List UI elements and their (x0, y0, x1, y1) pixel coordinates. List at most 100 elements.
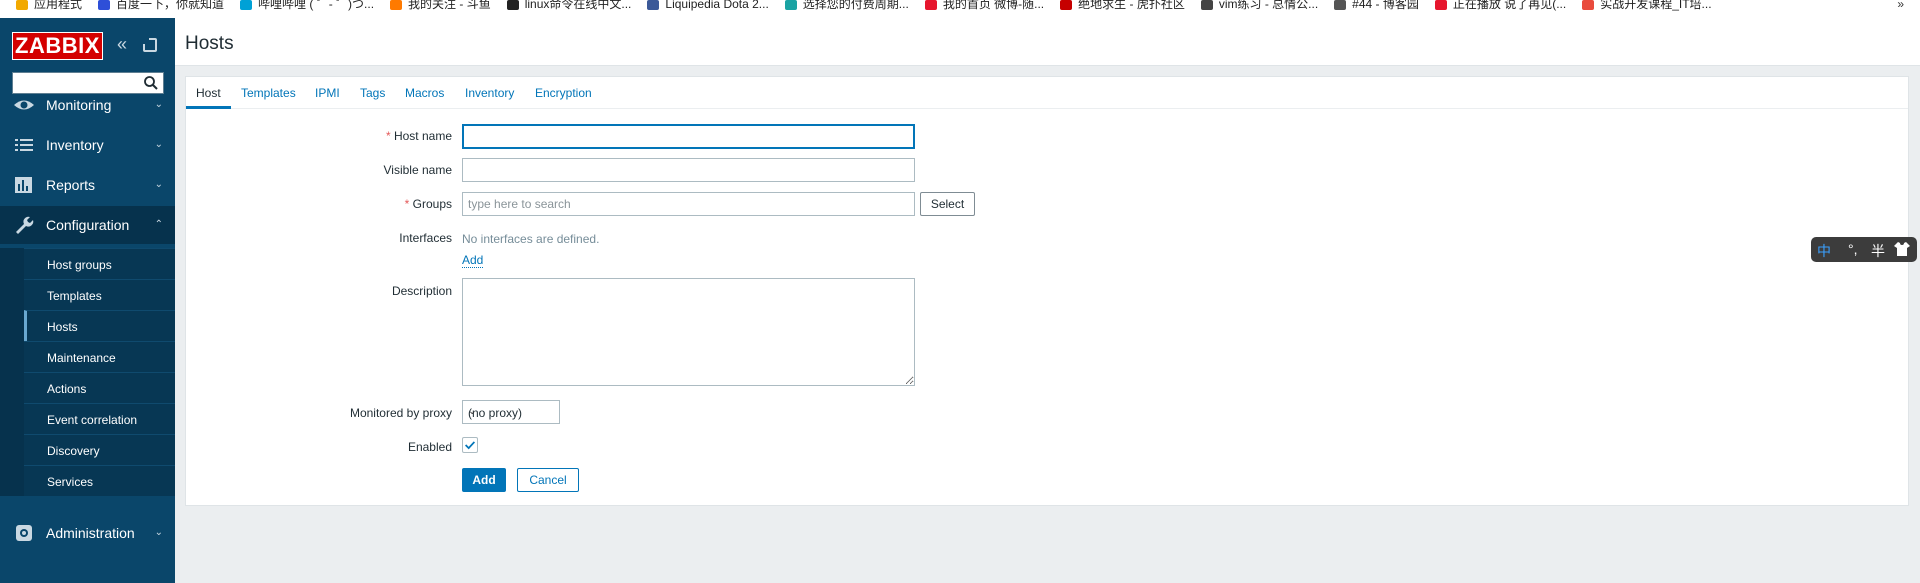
submenu-event-correlation[interactable]: Event correlation (24, 403, 175, 434)
description-textarea[interactable] (462, 278, 915, 386)
bookmark-item[interactable]: 哔哩哔哩 ( ゜- ゜)つ... (240, 0, 374, 10)
bookmark-favicon-icon (16, 0, 28, 10)
bookmark-item[interactable]: 我的首页 微博-随... (924, 0, 1045, 11)
bookmark-label: vim练习 - 总情公... (1218, 0, 1319, 11)
submenu-label: Actions (47, 382, 87, 396)
active-tab-indicator (186, 106, 231, 109)
bookmark-label: 百度一下，你就知道 (116, 0, 225, 11)
ime-skin-icon[interactable] (1893, 241, 1911, 257)
bookmark-favicon-icon (924, 0, 937, 10)
description-label: Description (391, 284, 452, 298)
chevron-down-icon: ⌄ (154, 527, 163, 538)
submenu-label: Event correlation (47, 413, 138, 427)
submenu-maintenance[interactable]: Maintenance (24, 341, 175, 372)
ime-language-toggle[interactable]: 中 (1817, 241, 1831, 261)
bookmark-label: 应用程式 (34, 0, 83, 11)
list-icon (15, 139, 33, 151)
submenu-label: Hosts (47, 320, 78, 334)
submenu-host-groups[interactable]: Host groups (24, 248, 175, 279)
add-button[interactable]: Add (462, 468, 506, 492)
menu-monitoring[interactable]: Monitoring ⌄ (0, 86, 175, 124)
visible-name-input[interactable] (462, 158, 915, 182)
submenu-label: Host groups (47, 258, 112, 272)
tab-macros[interactable]: Macros (405, 86, 444, 100)
page-header: Hosts (175, 18, 1920, 66)
submenu-actions[interactable]: Actions (24, 372, 175, 403)
chevron-down-icon: ⌄ (468, 406, 477, 417)
bookmarks-bar: 应用程式 百度一下，你就知道 哔哩哔哩 ( ゜- ゜)つ... 我的关注 - 斗鱼 li… (0, 0, 1920, 18)
ime-punctuation-toggle[interactable]: °, (1848, 241, 1858, 257)
bookmark-item[interactable]: 我的关注 - 斗鱼 (390, 0, 491, 10)
tab-host[interactable]: Host (196, 86, 221, 100)
chevron-down-icon: ⌄ (154, 179, 163, 190)
menu-label: Monitoring (46, 97, 112, 113)
chevron-up-icon: ⌃ (154, 219, 163, 230)
bookmark-item[interactable]: 实战开发课程_IT培... (1582, 0, 1712, 11)
submenu-indent (0, 248, 24, 496)
bookmark-favicon-icon (1434, 0, 1447, 10)
menu-administration[interactable]: Administration ⌄ (0, 514, 175, 552)
bookmark-favicon-icon (784, 0, 797, 10)
bar-chart-icon (15, 177, 32, 193)
bookmark-favicon-icon (98, 0, 111, 10)
menu-reports[interactable]: Reports ⌄ (0, 166, 175, 204)
kiosk-mode-icon[interactable] (143, 38, 157, 52)
zabbix-logo[interactable]: ZABBIX (12, 32, 103, 60)
menu-inventory[interactable]: Inventory ⌄ (0, 126, 175, 164)
bookmark-favicon-icon (390, 0, 403, 10)
ime-toolbar: 中 °, 半 (1811, 237, 1917, 262)
add-interface-link[interactable]: Add (462, 253, 484, 268)
menu-configuration[interactable]: Configuration ⌃ (0, 206, 175, 244)
submenu-hosts[interactable]: Hosts (24, 310, 175, 341)
bookmark-item[interactable]: linux命令在线中文... (506, 0, 631, 10)
bookmarks-more-button[interactable]: » (1897, 0, 1904, 11)
eye-icon (14, 100, 34, 110)
bookmark-label: 选择您的付费周期... (802, 0, 909, 11)
bookmark-label: #44 - 博客园 (1352, 0, 1419, 11)
bookmark-label: 正在播放 说了再见(... (1452, 0, 1567, 11)
interfaces-label: Interfaces (399, 231, 452, 245)
submenu-discovery[interactable]: Discovery (24, 434, 175, 465)
submenu-label: Maintenance (47, 351, 116, 365)
groups-search-input[interactable] (462, 192, 915, 216)
tab-ipmi[interactable]: IPMI (315, 86, 340, 100)
tab-encryption[interactable]: Encryption (535, 86, 592, 100)
bookmark-item[interactable]: 应用程式 (16, 0, 82, 10)
bookmark-favicon-icon (1334, 0, 1347, 10)
no-interfaces-text: No interfaces are defined. (462, 232, 600, 246)
collapse-sidebar-icon[interactable]: « (117, 34, 127, 55)
enabled-checkbox[interactable] (462, 437, 478, 453)
bookmark-item[interactable]: 正在播放 说了再见(... (1434, 0, 1567, 11)
bookmark-favicon-icon (1200, 0, 1213, 10)
bookmark-label: 实战开发课程_IT培... (1600, 0, 1712, 11)
submenu-label: Services (47, 475, 94, 489)
submenu-services[interactable]: Services (24, 465, 175, 496)
bookmark-item[interactable]: #44 - 博客园 (1334, 0, 1419, 10)
proxy-label: Monitored by proxy (349, 406, 452, 420)
host-name-input[interactable] (462, 124, 915, 149)
bookmark-label: 哔哩哔哩 ( ゜- ゜)つ... (258, 0, 375, 11)
cancel-button[interactable]: Cancel (517, 468, 579, 492)
bookmark-item[interactable]: 百度一下，你就知道 (98, 0, 224, 10)
bookmark-item[interactable]: Liquipedia Dota 2... (647, 0, 769, 11)
bookmark-favicon-icon (506, 0, 519, 10)
submenu-templates[interactable]: Templates (24, 279, 175, 310)
tab-tags[interactable]: Tags (360, 86, 385, 100)
menu-label: Inventory (46, 137, 104, 153)
page-title: Hosts (185, 33, 234, 54)
bookmark-item[interactable]: 选择您的付费周期... (784, 0, 909, 11)
bookmark-item[interactable]: vim练习 - 总情公... (1200, 0, 1319, 11)
bookmark-item[interactable]: 绝地求生 - 虎扑社区 (1060, 0, 1185, 10)
bookmark-label: Liquipedia Dota 2... (665, 0, 769, 11)
menu-label: Reports (46, 177, 96, 193)
tab-inventory[interactable]: Inventory (465, 86, 514, 100)
tab-bar: Host Templates IPMI Tags Macros Inventor… (186, 77, 1908, 109)
chevron-down-icon: ⌄ (154, 139, 163, 150)
proxy-select[interactable]: (no proxy) ⌄ (462, 400, 560, 424)
groups-select-button[interactable]: Select (920, 192, 975, 216)
ime-width-toggle[interactable]: 半 (1871, 241, 1885, 261)
tab-templates[interactable]: Templates (241, 86, 296, 100)
host-name-label: * Host name (385, 129, 452, 143)
bookmark-label: 我的首页 微博-随... (942, 0, 1045, 11)
configuration-submenu: Host groups Templates Hosts Maintenance … (24, 248, 175, 496)
